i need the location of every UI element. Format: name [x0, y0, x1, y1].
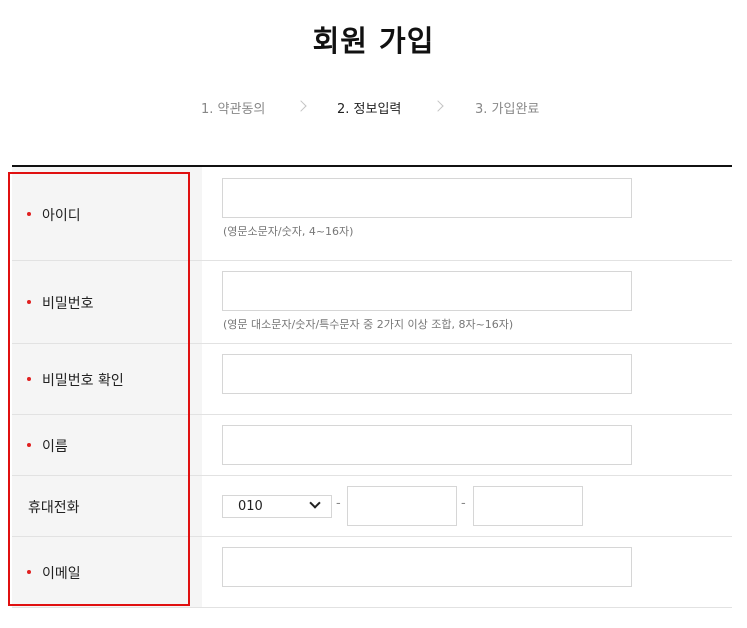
required-dot	[27, 212, 31, 216]
label-cell-name: 이름	[12, 415, 202, 475]
phone-prefix-value: 010	[238, 499, 263, 514]
label-phone: 휴대전화	[28, 500, 80, 516]
phone-separator: -	[461, 496, 466, 511]
form-row-userid: 아이디 (영문소문자/숫자, 4~16자)	[12, 167, 732, 261]
step-complete: 3. 가입완료	[475, 102, 540, 117]
chevron-down-icon	[309, 497, 321, 509]
step-terms: 1. 약관동의	[201, 102, 266, 117]
form-row-email: 이메일	[12, 537, 732, 608]
label-password-confirm: 비밀번호 확인	[42, 373, 124, 389]
email-input[interactable]	[222, 547, 632, 587]
label-cell-email: 이메일	[12, 537, 202, 607]
password-hint: (영문 대소문자/숫자/특수문자 중 2가지 이상 조합, 8자~16자)	[223, 318, 514, 331]
label-name: 이름	[42, 439, 68, 455]
signup-steps: 1. 약관동의 2. 정보입력 3. 가입완료	[0, 98, 747, 118]
userid-input[interactable]	[222, 178, 632, 218]
phone-separator: -	[336, 496, 341, 511]
form-row-password: 비밀번호 (영문 대소문자/숫자/특수문자 중 2가지 이상 조합, 8자~16…	[12, 261, 732, 344]
chevron-right-icon	[432, 100, 444, 112]
label-email: 이메일	[42, 566, 81, 582]
form-row-phone: 휴대전화 010 - -	[12, 476, 732, 537]
name-input[interactable]	[222, 425, 632, 465]
label-cell-password-confirm: 비밀번호 확인	[12, 344, 202, 414]
required-dot	[27, 570, 31, 574]
chevron-right-icon	[295, 100, 307, 112]
phone-middle-input[interactable]	[347, 486, 457, 526]
label-cell-userid: 아이디	[12, 167, 202, 260]
label-cell-phone: 휴대전화	[12, 476, 202, 536]
page-title: 회원 가입	[312, 24, 435, 58]
password-confirm-input[interactable]	[222, 354, 632, 394]
userid-hint: (영문소문자/숫자, 4~16자)	[223, 225, 354, 238]
phone-last-input[interactable]	[473, 486, 583, 526]
required-dot	[27, 443, 31, 447]
phone-prefix-select[interactable]: 010	[222, 495, 332, 518]
label-cell-password: 비밀번호	[12, 261, 202, 343]
label-password: 비밀번호	[42, 296, 94, 312]
form-row-password-confirm: 비밀번호 확인	[12, 344, 732, 415]
label-userid: 아이디	[42, 208, 81, 224]
required-dot	[27, 377, 31, 381]
required-dot	[27, 300, 31, 304]
password-input[interactable]	[222, 271, 632, 311]
step-info-current: 2. 정보입력	[337, 102, 402, 117]
form-row-name: 이름	[12, 415, 732, 476]
